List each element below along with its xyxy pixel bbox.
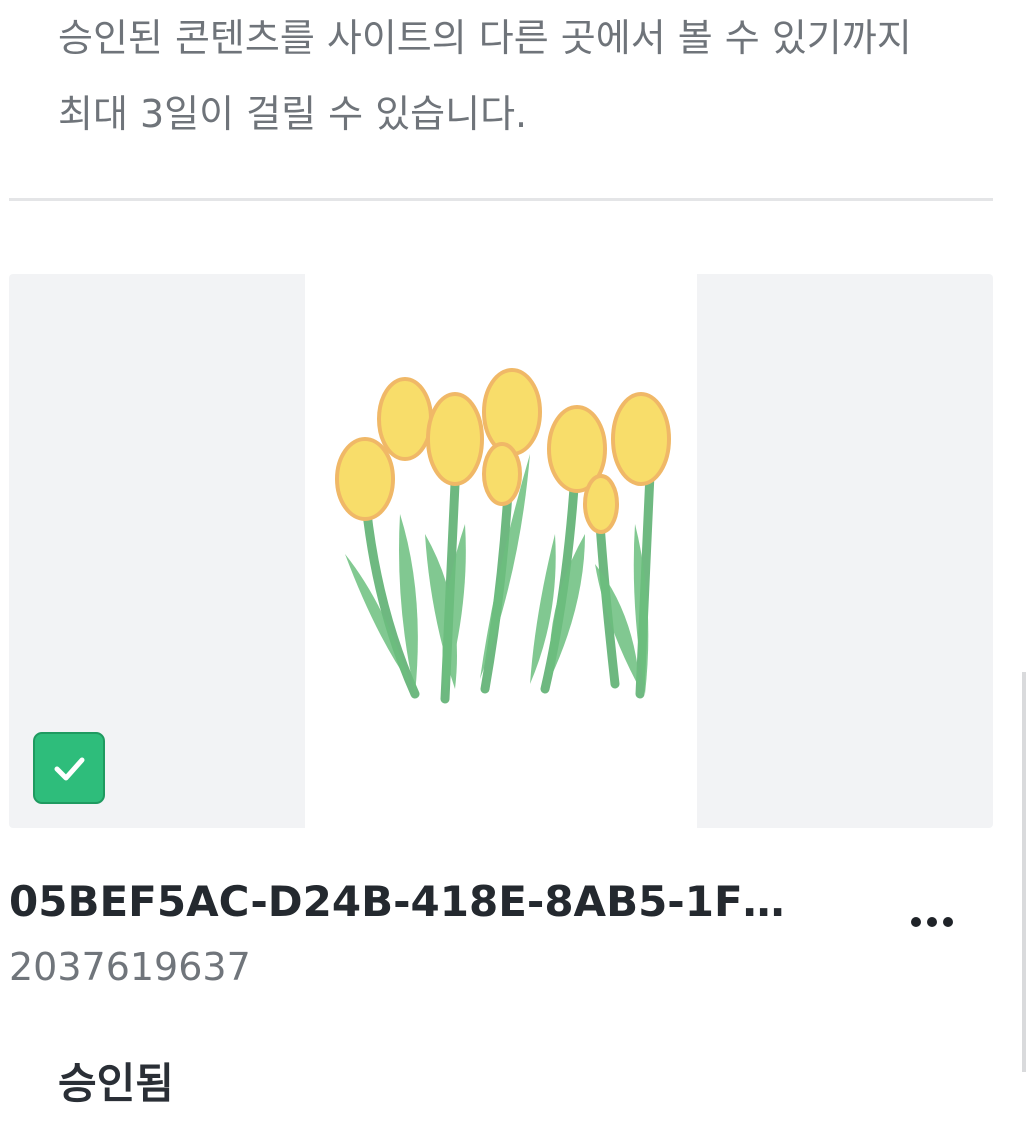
divider [9, 198, 993, 201]
more-horizontal-icon [911, 917, 921, 927]
approval-notice: 승인된 콘텐츠를 사이트의 다른 곳에서 볼 수 있기까지 최대 3일이 걸릴 … [58, 0, 998, 152]
status-label: 승인됨 [58, 1059, 174, 1108]
asset-thumbnail[interactable] [9, 274, 993, 828]
more-options-button[interactable] [900, 900, 964, 944]
asset-title: 05BEF5AC-D24B-418E-8AB5-1FE9... [9, 877, 809, 926]
asset-id: 2037619637 [9, 945, 251, 989]
approval-notice-line-1: 승인된 콘텐츠를 사이트의 다른 곳에서 볼 수 있기까지 [58, 16, 912, 60]
scrollbar[interactable] [1022, 672, 1026, 1072]
tulip-drawing-image [305, 274, 697, 828]
selected-checkbox[interactable] [33, 732, 105, 804]
more-horizontal-icon-dot [927, 917, 937, 927]
checkmark-icon [54, 757, 85, 781]
more-horizontal-icon-dot [943, 917, 953, 927]
approval-notice-line-2: 최대 3일이 걸릴 수 있습니다. [58, 92, 528, 136]
